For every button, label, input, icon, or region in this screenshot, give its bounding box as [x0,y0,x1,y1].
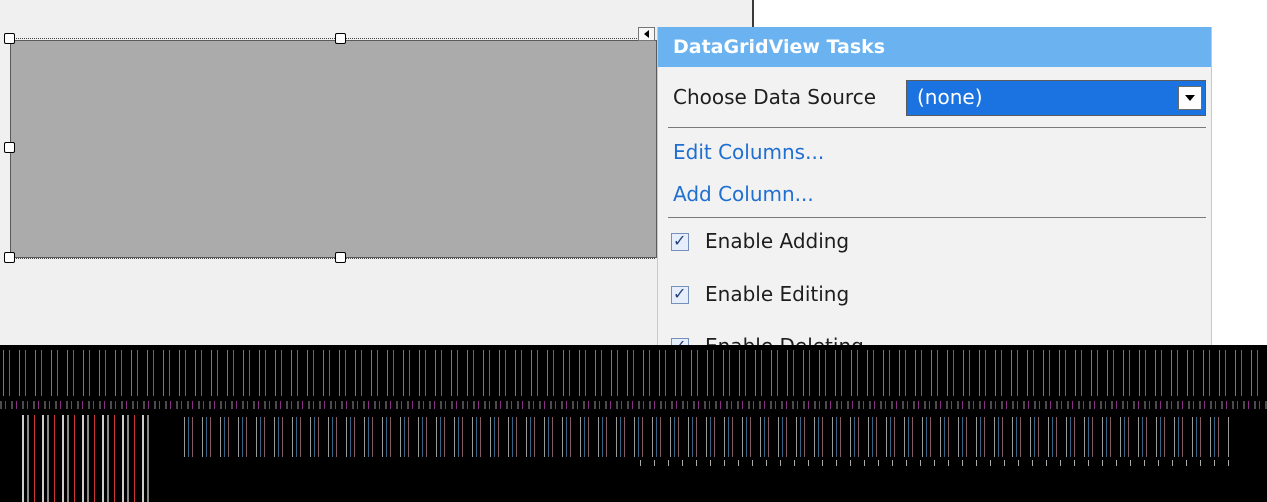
form-edge [752,0,754,30]
datagridview-control[interactable] [10,40,657,258]
data-source-combobox[interactable]: (none) [906,80,1206,116]
smart-tag-panel: DataGridView Tasks Choose Data Source (n… [657,27,1212,357]
enable-adding-label: Enable Adding [705,229,850,253]
smart-tag-glyph-icon[interactable] [638,27,655,41]
resize-handle-bottom-middle[interactable] [335,252,346,263]
resize-handle-middle-left[interactable] [4,142,15,153]
add-column-link[interactable]: Add Column... [673,182,814,206]
glitch-band [640,460,1240,466]
data-source-value: (none) [917,85,983,109]
glitch-band [0,350,1267,396]
selection-border-bottom [10,258,655,259]
glitch-band [22,415,152,502]
edit-columns-link[interactable]: Edit Columns... [673,140,824,164]
glitch-band [0,401,1267,409]
enable-editing-checkbox[interactable] [671,284,689,304]
glitch-band [180,417,1230,457]
corrupted-region [0,345,1267,502]
panel-title: DataGridView Tasks [658,27,1211,67]
selection-border-top [10,38,655,39]
resize-handle-top-middle[interactable] [335,33,346,44]
chevron-down-icon[interactable] [1178,86,1202,110]
divider [668,127,1206,128]
choose-data-source-label: Choose Data Source [673,85,876,109]
enable-adding-checkbox[interactable] [671,231,689,251]
resize-handle-bottom-left[interactable] [4,252,15,263]
divider [668,217,1206,218]
enable-editing-label: Enable Editing [705,282,850,306]
resize-handle-top-left[interactable] [4,33,15,44]
